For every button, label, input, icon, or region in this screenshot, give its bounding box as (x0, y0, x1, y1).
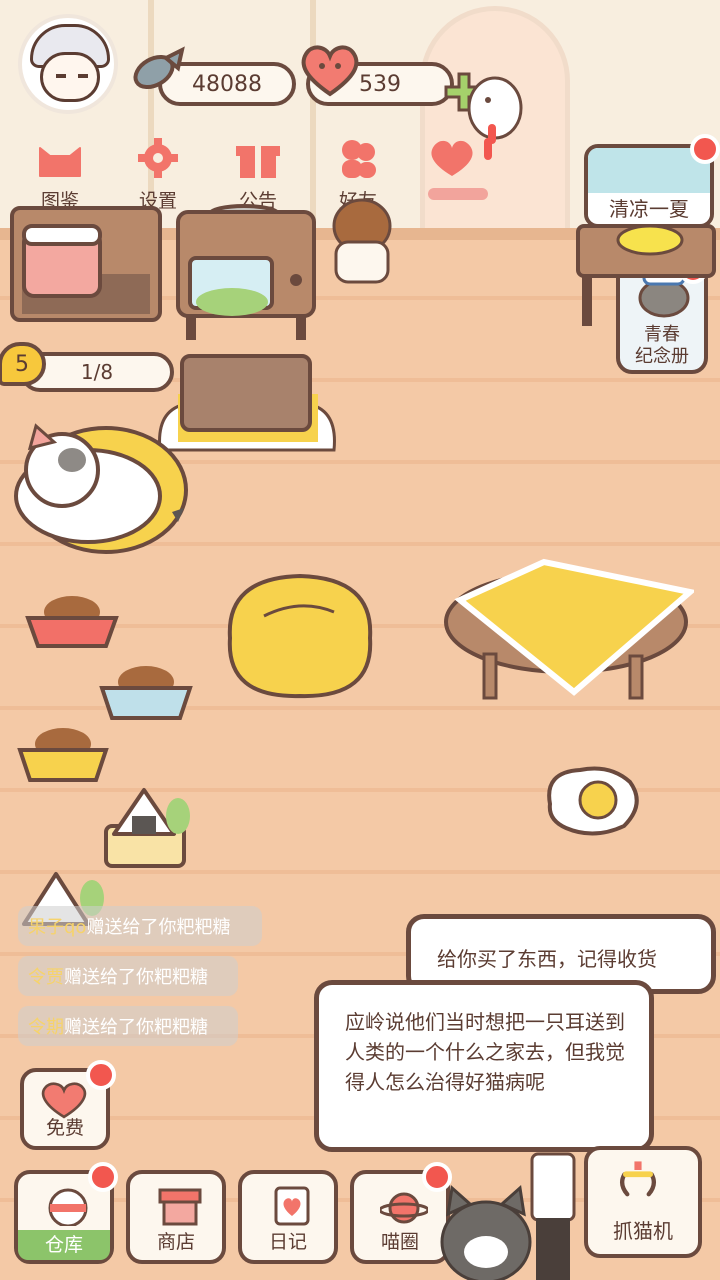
claw-machine-button[interactable]: 抓猫机 (584, 1146, 702, 1258)
gift-sender: 果子qo (28, 917, 87, 938)
bean-bag[interactable] (216, 568, 382, 704)
characters-bottom (440, 1152, 576, 1280)
planet-cat-icon (380, 1192, 428, 1224)
speech-bubble-2-text: 应岭说他们当时想把一只耳送到人类的一个什么之家去，但我觉得人怎么治得好猫病呢 (345, 1010, 625, 1094)
menu-love[interactable] (418, 136, 498, 208)
gift-icon (236, 146, 280, 178)
onigiri-basket[interactable] (98, 786, 194, 870)
gift-text: 赠送给了你粑粑糖 (64, 1017, 208, 1038)
nav-diary[interactable]: 日记 (238, 1170, 338, 1264)
cat-head-icon (39, 147, 81, 177)
level-number: 5 (15, 351, 29, 377)
gift-text: 赠送给了你粑粑糖 (86, 917, 231, 938)
speech-bubble-2[interactable]: 应岭说他们当时想把一只耳送到人类的一个什么之家去，但我觉得人怎么治得好猫病呢 (314, 980, 654, 1152)
free-gift-label: 免费 (45, 1117, 84, 1139)
fried-egg[interactable] (540, 764, 644, 840)
cat-in-basket[interactable] (2, 420, 188, 556)
avatar-face (40, 52, 100, 102)
nav-meow-circle-label: 喵圈 (380, 1231, 419, 1253)
claw-icon (620, 1161, 656, 1197)
gift-sender: 令期 (28, 1017, 64, 1038)
avatar-eye (78, 74, 88, 78)
gift-message: 令贾 赠送给了你粑粑糖 (18, 956, 238, 996)
nav-diary-label: 日记 (268, 1231, 307, 1253)
gear-icon (138, 138, 178, 178)
nav-shop-label: 商店 (156, 1231, 195, 1253)
plant-pot-decoration (332, 198, 392, 284)
menu-catalog[interactable]: 图鉴 (20, 138, 100, 212)
shop-icon (158, 1188, 202, 1226)
diary-icon (274, 1186, 310, 1226)
fish-icon (133, 46, 185, 90)
nav-warehouse-label: 仓库 (18, 1230, 110, 1260)
free-gift-badge (86, 1060, 116, 1090)
memorial-label-line2: 纪念册 (635, 346, 689, 367)
blue-food-bowl[interactable] (98, 658, 194, 724)
memorial-label: 青春 纪念册 (620, 324, 704, 368)
side-table (576, 224, 716, 326)
gift-text: 赠送给了你粑粑糖 (64, 967, 208, 988)
claw-machine-label: 抓猫机 (613, 1219, 673, 1243)
speech-bubble-1-text: 给你买了东西，记得收货 (437, 947, 657, 971)
player-avatar[interactable] (18, 14, 118, 114)
warehouse-badge (88, 1162, 118, 1192)
level-badge: 5 (0, 342, 46, 386)
level-progress-text: 1/8 (80, 360, 114, 384)
gift-message: 令期 赠送给了你粑粑糖 (18, 1006, 238, 1046)
gift-sender: 令贾 (28, 967, 64, 988)
warehouse-icon (48, 1188, 88, 1226)
tv-furniture[interactable] (174, 184, 318, 344)
red-food-bowl[interactable] (24, 588, 120, 652)
heart-icon (301, 45, 359, 97)
round-table[interactable] (440, 556, 694, 702)
nav-shop[interactable]: 商店 (126, 1170, 226, 1264)
gift-message: 果子qo 赠送给了你粑粑糖 (18, 906, 262, 946)
broken-heart-icon (428, 138, 492, 200)
summer-event-badge (690, 134, 720, 164)
shelf-furniture[interactable] (8, 204, 164, 332)
avatar-eye (56, 74, 66, 78)
yellow-food-bowl[interactable] (16, 720, 110, 786)
friends-icon (342, 140, 376, 178)
